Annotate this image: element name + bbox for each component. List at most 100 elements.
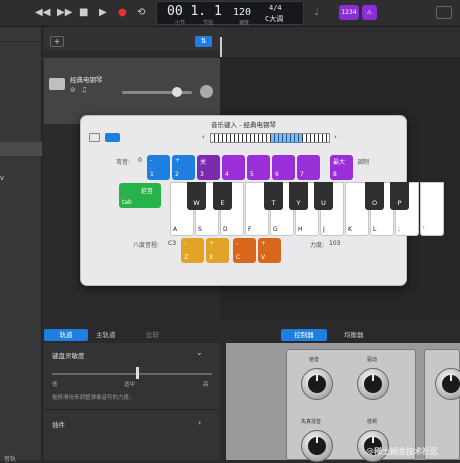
playhead[interactable] <box>220 37 222 57</box>
pitch-up-key[interactable]: +2 <box>172 155 195 180</box>
sustain-label: 延音 <box>141 188 154 195</box>
mod-max-key[interactable]: 最大 8 <box>330 155 353 180</box>
track-label-bottom: 音轨 <box>4 456 17 463</box>
metronome-icon[interactable]: ⚠ <box>362 5 377 20</box>
typing-mode-button[interactable] <box>105 133 120 142</box>
high-label: 高 <box>203 382 209 388</box>
sensitivity-slider[interactable] <box>52 367 212 379</box>
extra-knob-1[interactable] <box>435 368 460 400</box>
mid-label: 适中 <box>124 382 136 388</box>
tab-track[interactable]: 轨道 <box>44 329 88 341</box>
mini-keyboard[interactable] <box>210 133 330 143</box>
bar-beat-readout: 00 1. 1 <box>167 4 222 19</box>
smart-tempo-button[interactable]: ⇅ <box>195 36 212 47</box>
window-title: 音乐键入 - 经典电钢琴 <box>211 121 276 129</box>
black-key-p[interactable]: P <box>390 182 409 210</box>
stop-icon[interactable]: ■ <box>79 7 88 19</box>
pitch-down-key[interactable]: -1 <box>147 155 170 180</box>
white-key-quote[interactable]: ' <box>420 182 444 236</box>
hint-text: 拖移滑块来调整弹奏音符的力度。 <box>52 395 135 401</box>
headphones-icon[interactable]: ♫ <box>81 86 87 94</box>
knob-label-pickup: 拾音 <box>309 357 320 363</box>
library-item-selected[interactable] <box>0 142 42 156</box>
tab-controls[interactable]: 控制器 <box>281 329 327 341</box>
tempo-value: 120 <box>233 7 252 18</box>
keyboard-mode-button[interactable] <box>89 133 100 142</box>
octave-up-key[interactable]: + X <box>206 238 229 263</box>
control-bar: ◀◀ ▶▶ ■ ▶ ● ⟲ 00 1. 1 小节 节拍 120 速度 4/4 C… <box>0 0 460 27</box>
record-icon[interactable]: ● <box>118 7 127 19</box>
black-key-t[interactable]: T <box>264 182 283 210</box>
mod-key-6[interactable]: 6 <box>272 155 295 180</box>
count-in-button[interactable]: 1234 <box>339 5 359 20</box>
volume-slider[interactable] <box>122 87 192 97</box>
low-label: 低 <box>52 382 58 388</box>
cycle-icon[interactable]: ⟲ <box>137 7 145 19</box>
keyboard-icon <box>49 78 65 90</box>
velocity-up-key[interactable]: + V <box>258 238 281 263</box>
tempo-label: 速度 <box>239 20 250 26</box>
mod-key-4[interactable]: 4 <box>222 155 245 180</box>
mod-off-key[interactable]: 关3 <box>197 155 220 180</box>
mod-key-5[interactable]: 5 <box>247 155 270 180</box>
velocity-down-key[interactable]: -C <box>233 238 256 263</box>
drive-knob[interactable] <box>357 368 389 400</box>
library-chevron-icon[interactable]: v <box>0 174 4 182</box>
octave-value: C3 <box>168 240 177 247</box>
octave-up-icon[interactable]: › <box>334 133 337 141</box>
black-key-u[interactable]: U <box>314 182 333 210</box>
mix-knob[interactable] <box>301 430 333 462</box>
pitch-value: 0 <box>138 157 142 164</box>
notepad-icon[interactable] <box>436 6 452 19</box>
tab-eq[interactable]: 均衡器 <box>344 329 364 341</box>
control-panel-2 <box>424 349 460 460</box>
mute-icon[interactable]: ⊘ <box>70 86 76 94</box>
knob-label-mix: 失真混音 <box>301 419 322 425</box>
black-key-e[interactable]: E <box>213 182 232 210</box>
inspector-tabs: 轨道 主轨道 比较 <box>44 327 220 343</box>
knob-label-bass: 低频 <box>367 419 378 425</box>
timeline-ruler[interactable] <box>220 27 460 57</box>
control-panel: 拾音 驱动 失真混音 低频 <box>286 349 416 462</box>
track-name: 经典电钢琴 <box>70 76 103 84</box>
octave-down-icon[interactable]: ‹ <box>202 133 205 141</box>
knob-label-drive: 驱动 <box>367 357 378 363</box>
range-highlight[interactable] <box>271 134 302 143</box>
plugin-controls: 拾音 驱动 失真混音 低频 @稀土掘金技术社区 <box>226 343 460 462</box>
pitch-bend-label: 弯音: <box>116 159 131 166</box>
black-key-y[interactable]: Y <box>289 182 308 210</box>
tuner-icon[interactable]: ♩ <box>314 7 319 19</box>
key-signature: C大调 <box>265 15 284 23</box>
sensitivity-label: 键盘灵敏度 <box>52 352 85 360</box>
sensitivity-handle[interactable] <box>136 367 139 379</box>
watermark: @稀土掘金技术社区 <box>366 447 438 456</box>
fast-forward-icon[interactable]: ▶▶ <box>57 7 72 19</box>
rewind-icon[interactable]: ◀◀ <box>35 7 50 19</box>
bar-label: 小节 <box>175 20 186 26</box>
tab-compare[interactable]: 比较 <box>146 329 159 341</box>
octave-down-key[interactable]: -Z <box>181 238 204 263</box>
smart-controls-tabs: 控制器 均衡器 <box>226 327 460 343</box>
chevron-down-icon[interactable]: ⌄ <box>196 348 203 357</box>
divider <box>44 409 220 410</box>
black-key-o[interactable]: O <box>365 182 384 210</box>
beat-label: 节拍 <box>203 20 214 26</box>
tab-label: tab <box>122 199 132 206</box>
mod-key-7[interactable]: 7 <box>297 155 320 180</box>
plugins-label: 插件 <box>52 421 65 429</box>
library-panel: v 音轨 <box>0 27 42 463</box>
pickup-knob[interactable] <box>301 368 333 400</box>
volume-handle[interactable] <box>172 87 182 97</box>
pan-knob[interactable] <box>200 85 213 98</box>
play-icon[interactable]: ▶ <box>99 7 107 19</box>
black-key-w[interactable]: W <box>187 182 206 210</box>
lcd-display[interactable]: 00 1. 1 小节 节拍 120 速度 4/4 C大调 <box>156 1 304 26</box>
tab-master-track[interactable]: 主轨道 <box>96 329 116 341</box>
divider <box>0 41 42 42</box>
chevron-right-icon[interactable]: › <box>198 418 201 427</box>
velocity-label: 力度: <box>310 242 325 249</box>
sustain-key[interactable]: 延音 tab <box>119 183 161 208</box>
inspector-panel: 键盘灵敏度 ⌄ 低 适中 高 拖移滑块来调整弹奏音符的力度。 插件 › <box>44 343 220 460</box>
octave-label: 八度音程: <box>133 242 160 249</box>
add-track-button[interactable]: + <box>50 36 64 47</box>
